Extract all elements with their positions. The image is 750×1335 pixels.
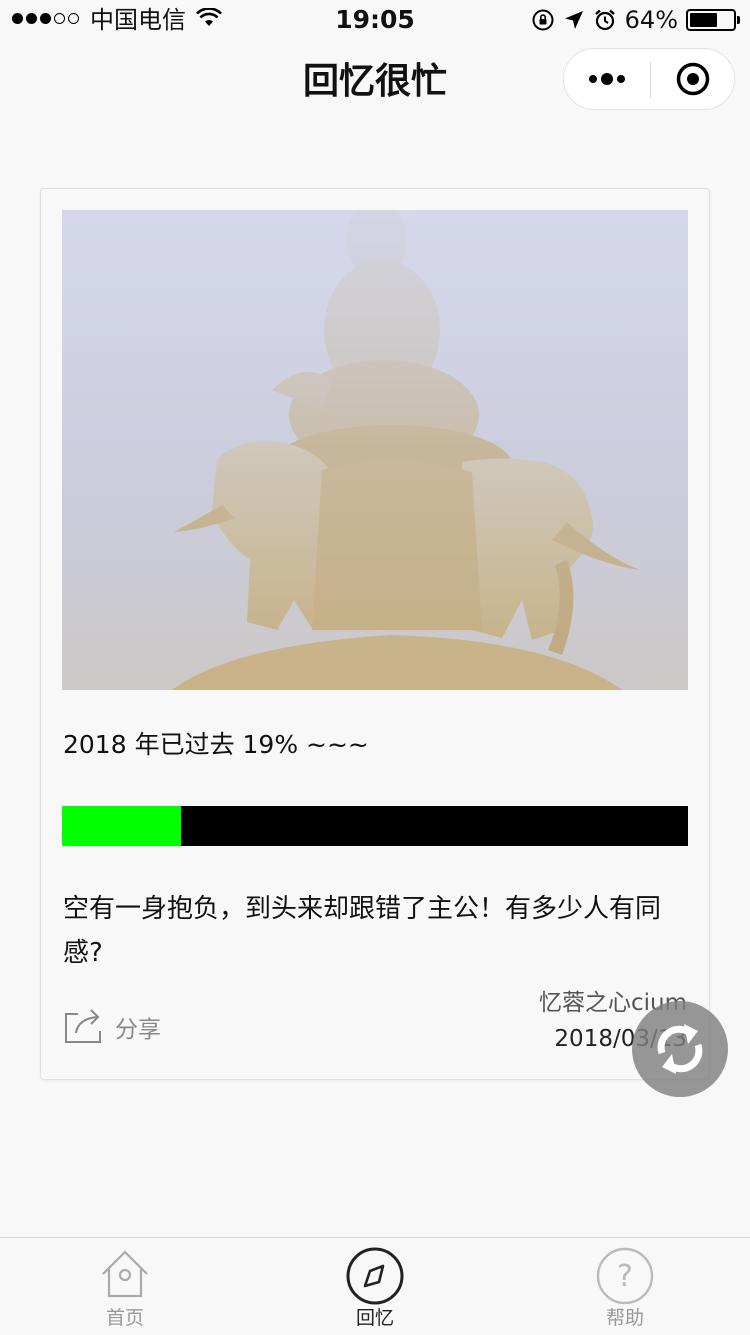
battery-icon bbox=[686, 9, 740, 31]
share-label: 分享 bbox=[115, 1017, 161, 1043]
tab-label: 回忆 bbox=[355, 1307, 394, 1329]
compass-icon bbox=[346, 1247, 404, 1305]
share-button[interactable]: 分享 bbox=[63, 1005, 161, 1045]
more-icon bbox=[589, 73, 625, 85]
tab-memories[interactable]: 回忆 bbox=[250, 1238, 500, 1335]
more-button[interactable] bbox=[564, 49, 650, 109]
location-arrow-icon bbox=[564, 11, 583, 29]
year-progress-text: 2018 年已过去 19% ~~~ bbox=[63, 730, 369, 759]
memory-quote: 空有一身抱负，到头来却跟错了主公！有多少人有同感? bbox=[63, 894, 662, 968]
tab-label: 帮助 bbox=[605, 1307, 644, 1329]
close-button[interactable] bbox=[651, 49, 735, 109]
battery-level bbox=[690, 13, 717, 27]
tab-bar: 首页 回忆 ? 帮助 bbox=[0, 1237, 750, 1335]
home-icon bbox=[102, 1250, 148, 1298]
mini-program-capsule bbox=[563, 48, 735, 110]
rotation-lock-icon bbox=[532, 9, 554, 31]
tab-help[interactable]: ? 帮助 bbox=[500, 1238, 750, 1335]
refresh-button[interactable] bbox=[632, 1001, 728, 1097]
status-bar: 中国电信 19:05 64% bbox=[0, 0, 750, 40]
share-icon bbox=[65, 1009, 101, 1043]
tab-label: 首页 bbox=[105, 1307, 144, 1329]
alarm-icon bbox=[594, 9, 615, 31]
svg-text:?: ? bbox=[617, 1259, 633, 1294]
year-progress-fill bbox=[62, 806, 181, 846]
refresh-icon bbox=[657, 1024, 703, 1074]
memory-photo bbox=[62, 210, 688, 690]
memory-card: 2018 年已过去 19% ~~~ 空有一身抱负，到头来却跟错了主公！有多少人有… bbox=[40, 188, 710, 1080]
help-icon: ? bbox=[596, 1247, 654, 1305]
year-progress-bar bbox=[62, 806, 688, 846]
battery-percent: 64% bbox=[624, 6, 678, 34]
close-target-icon bbox=[676, 62, 710, 96]
tab-home[interactable]: 首页 bbox=[0, 1238, 250, 1335]
